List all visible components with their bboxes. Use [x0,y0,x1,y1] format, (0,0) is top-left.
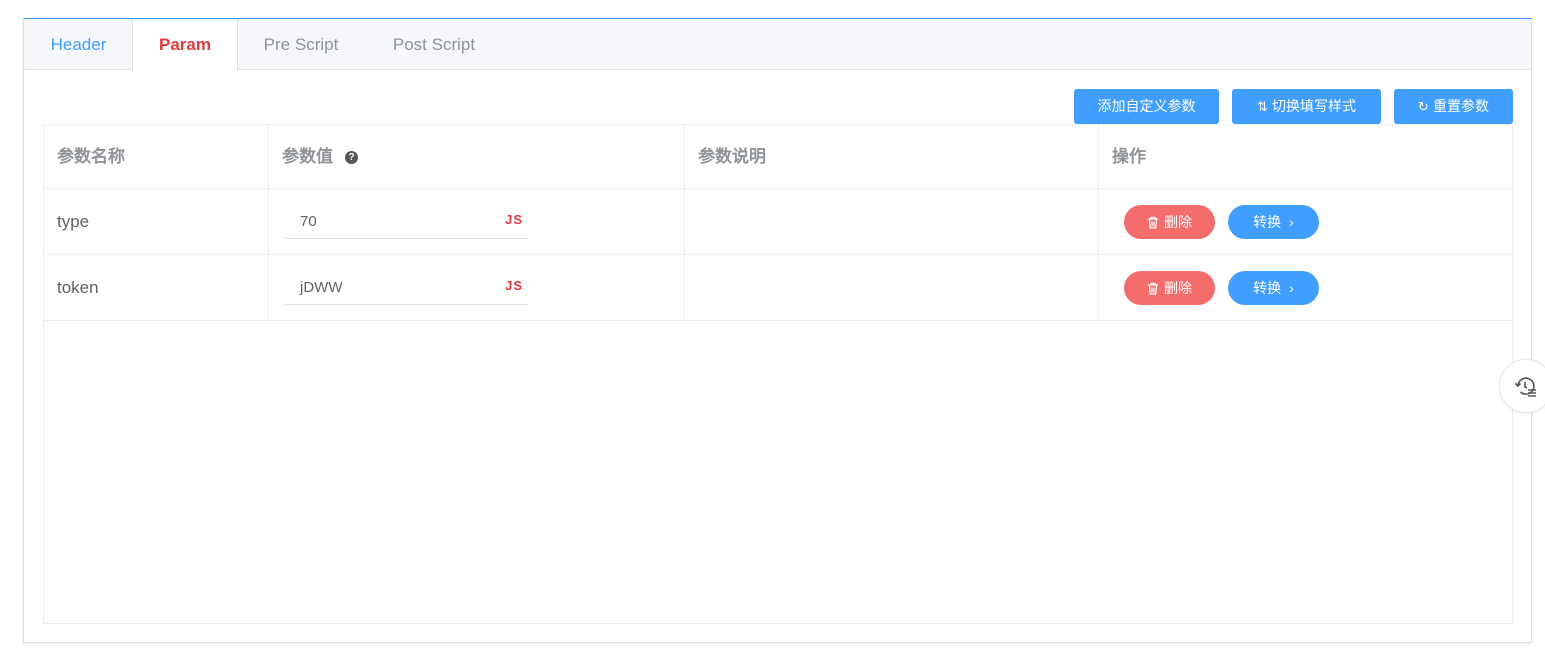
param-panel: Header Param Pre Script Post Script 添加自定… [23,18,1532,643]
tab-bar: Header Param Pre Script Post Script [24,19,1531,71]
question-circle-icon[interactable]: ? [345,151,358,165]
param-value-cell: jDWW JS [269,255,685,320]
tab-param[interactable]: Param [132,19,238,71]
tab-header[interactable]: Header [24,19,133,70]
tab-post-script[interactable]: Post Script [364,19,504,70]
param-name-cell: type [44,189,269,254]
delete-label: 删除 [1164,280,1192,296]
delete-button[interactable]: 删除 [1124,205,1215,239]
reset-params-button[interactable]: ↻ 重置参数 [1394,89,1513,124]
convert-label: 转换 [1253,214,1282,230]
trash-icon [1148,282,1158,295]
table-row: token jDWW JS 删除 转换 › [44,255,1512,321]
table-header: 参数名称 参数值? 参数说明 操作 [44,125,1512,189]
param-value-input[interactable]: 70 JS [283,205,529,239]
chevron-right-icon: › [1289,214,1294,230]
convert-button[interactable]: 转换 › [1228,205,1319,239]
switch-style-button[interactable]: ⇅ 切换填写样式 [1232,89,1381,124]
trash-icon [1148,216,1158,229]
header-param-value-label: 参数值 [282,147,333,166]
param-value-input[interactable]: jDWW JS [283,271,529,305]
table-row: type 70 JS 删除 转换 › [44,189,1512,255]
chevron-right-icon: › [1289,280,1294,296]
param-description-cell[interactable] [685,255,1099,320]
tab-pre-script[interactable]: Pre Script [238,19,364,70]
reset-params-label: 重置参数 [1432,98,1489,114]
refresh-icon: ↻ [1418,99,1429,114]
js-tag[interactable]: JS [505,271,523,301]
convert-label: 转换 [1253,280,1282,296]
js-tag[interactable]: JS [505,205,523,235]
add-custom-param-label: 添加自定义参数 [1097,98,1196,114]
history-list-icon [1514,377,1536,397]
header-param-description: 参数说明 [685,125,1099,188]
actions-cell: 删除 转换 › [1099,189,1512,254]
header-param-value: 参数值? [269,125,685,188]
header-actions: 操作 [1112,147,1146,166]
delete-button[interactable]: 删除 [1124,271,1215,305]
param-value-text: 70 [300,213,317,230]
param-table: 参数名称 参数值? 参数说明 操作 type 70 JS 删除 转换 › tok… [43,124,1513,624]
sort-arrows-icon: ⇅ [1257,99,1268,114]
convert-button[interactable]: 转换 › [1228,271,1319,305]
add-custom-param-button[interactable]: 添加自定义参数 [1074,89,1219,124]
delete-label: 删除 [1164,214,1192,230]
history-button[interactable] [1499,359,1545,413]
header-param-name: 参数名称 [44,125,269,188]
switch-style-label: 切换填写样式 [1271,98,1356,114]
param-value-text: jDWW [300,279,343,296]
param-value-cell: 70 JS [269,189,685,254]
param-description-cell[interactable] [685,189,1099,254]
param-name-cell: token [44,255,269,320]
actions-cell: 删除 转换 › [1099,255,1512,320]
